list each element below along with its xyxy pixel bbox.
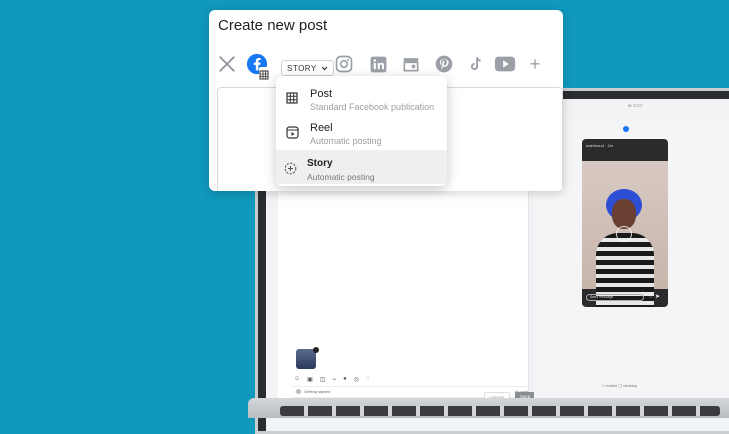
- menu-item-label: Reel: [310, 122, 333, 134]
- menu-item-description: Automatic posting: [307, 172, 375, 182]
- facebook-preview-icon: [623, 126, 629, 132]
- ai-icon: ◎: [353, 377, 359, 383]
- image-icon: ▣: [307, 377, 313, 383]
- tiktok-icon[interactable]: [464, 53, 486, 75]
- settings-icon: [296, 389, 301, 395]
- emoji-icon: ☺: [294, 376, 301, 382]
- youtube-icon[interactable]: [494, 53, 516, 75]
- post-format-menu: Post Standard Facebook publication Reel …: [276, 76, 447, 186]
- network-selector: +: [209, 53, 563, 80]
- menu-item-description: Automatic posting: [310, 136, 382, 146]
- linkedin-icon[interactable]: [367, 53, 389, 75]
- story-preview: mahmoud · 1hr Send message ♡ ➤: [582, 139, 668, 307]
- chevron-down-icon: [321, 66, 328, 70]
- link-icon: ⌁: [332, 377, 337, 383]
- preview-mode-toggle: □ mobile ▢ desktop: [602, 383, 638, 388]
- menu-item-post[interactable]: Post Standard Facebook publication: [276, 80, 447, 114]
- play-icon: [616, 226, 632, 242]
- menu-item-story[interactable]: Story Automatic posting: [276, 150, 447, 184]
- story-message-input: Send message: [586, 294, 644, 301]
- editor-toolbar: ☺ ▣ ◫ ⌁ ● ◎ ◌: [294, 376, 370, 383]
- x-icon[interactable]: [216, 53, 238, 75]
- story-face: [612, 199, 636, 229]
- more-icon: ◌: [365, 376, 370, 382]
- instagram-icon[interactable]: [333, 53, 355, 75]
- dialog-title: Create new post: [218, 17, 328, 34]
- menu-item-label: Post: [310, 88, 333, 100]
- preview-controls: ∞ ▭▭: [628, 103, 643, 109]
- location-icon: ●: [343, 376, 347, 382]
- reel-icon: [285, 125, 299, 139]
- google-business-icon[interactable]: [400, 53, 422, 75]
- grid-badge-icon: [259, 67, 269, 80]
- story-icon: [283, 161, 297, 175]
- menu-item-description: Standard Facebook publication: [310, 102, 435, 112]
- story-heart-send-icons: ♡ ➤: [648, 294, 661, 300]
- menu-item-reel[interactable]: Reel Automatic posting: [276, 114, 447, 148]
- story-account: mahmoud · 1hr: [586, 143, 614, 148]
- post-format-select[interactable]: STORY: [281, 60, 334, 76]
- grid-icon: [285, 91, 299, 105]
- thumbnail-badge-icon: [313, 347, 319, 353]
- story-image: [582, 161, 668, 307]
- pinterest-icon[interactable]: [433, 53, 455, 75]
- add-network-icon[interactable]: +: [524, 53, 546, 75]
- gif-icon: ◫: [319, 377, 326, 383]
- post-format-value: STORY: [287, 63, 317, 73]
- menu-item-label: Story: [307, 158, 333, 169]
